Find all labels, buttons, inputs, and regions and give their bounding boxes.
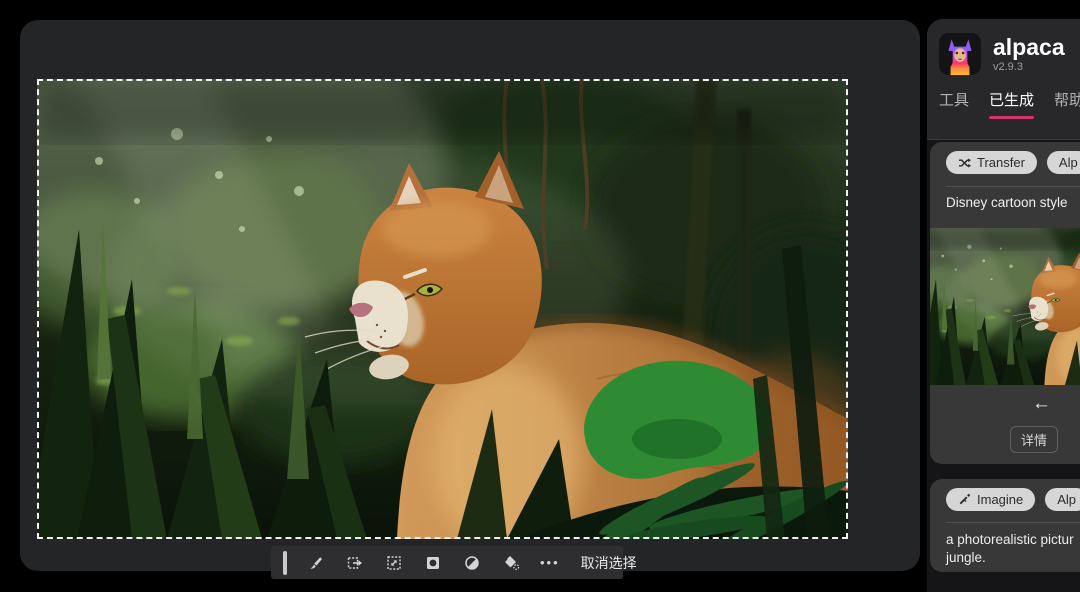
- canvas-image[interactable]: [37, 79, 848, 539]
- cartoon-cougar-thumbnail-image: [930, 228, 1080, 385]
- drag-handle[interactable]: [283, 551, 287, 575]
- generated-card-imagine: Imagine Alp a photorealistic pictur jung…: [930, 479, 1080, 572]
- brush-icon: [307, 554, 325, 572]
- prompt-line-2: jungle.: [946, 549, 1074, 567]
- jungle-cougar-image: [37, 79, 848, 539]
- contrast-icon: [463, 554, 481, 572]
- app-title: alpaca: [993, 35, 1065, 59]
- style-name: Disney cartoon style: [946, 195, 1068, 210]
- transfer-button[interactable]: Transfer: [946, 151, 1037, 174]
- shuffle-icon: [958, 157, 971, 169]
- deselect-button[interactable]: 取消选择: [581, 553, 637, 573]
- transform-icon: [385, 554, 403, 572]
- prompt-line-1: a photorealistic pictur: [946, 531, 1074, 549]
- card-divider: [946, 186, 1080, 187]
- canvas-window: [20, 20, 920, 571]
- generated-card-transfer: Transfer Alp Disney cartoon style ← 详情: [930, 142, 1080, 464]
- tab-generated[interactable]: 已生成: [989, 89, 1034, 119]
- selection-export-button[interactable]: [345, 553, 365, 573]
- mask-button[interactable]: [423, 553, 443, 573]
- tab-tools[interactable]: 工具: [939, 89, 969, 119]
- imagine-button[interactable]: Imagine: [946, 488, 1035, 511]
- header-divider: [927, 139, 1080, 140]
- imagine-label: Imagine: [977, 492, 1023, 507]
- generated-thumbnail[interactable]: [930, 228, 1080, 385]
- back-arrow-button[interactable]: ←: [1032, 394, 1051, 413]
- model-chip[interactable]: Alp: [1047, 151, 1080, 174]
- details-button[interactable]: 详情: [1010, 426, 1058, 453]
- panel-tabs: 工具 已生成 帮助: [939, 89, 1080, 119]
- app-version: v2.9.3: [993, 61, 1065, 73]
- model-chip-label: Alp: [1059, 155, 1078, 170]
- selection-export-icon: [346, 554, 364, 572]
- wand-icon: [958, 493, 971, 506]
- model-chip-label: Alp: [1057, 492, 1076, 507]
- app-screenshot: ••• 取消选择 alpaca v2.9.3 工具 已生成 帮助: [0, 0, 1080, 592]
- tab-help[interactable]: 帮助: [1054, 89, 1080, 119]
- prompt-text: a photorealistic pictur jungle.: [946, 531, 1074, 567]
- transform-button[interactable]: [384, 553, 404, 573]
- mask-icon: [424, 554, 442, 572]
- transfer-label: Transfer: [977, 155, 1025, 170]
- alpaca-panel: alpaca v2.9.3 工具 已生成 帮助: [927, 19, 1080, 592]
- selection-toolbar: ••• 取消选择: [271, 546, 623, 579]
- paint-bucket-icon: [502, 554, 520, 572]
- card-divider: [946, 522, 1080, 523]
- panel-header: alpaca v2.9.3 工具 已生成 帮助: [927, 19, 1080, 140]
- llama-icon: [939, 33, 981, 75]
- more-button[interactable]: •••: [540, 556, 560, 569]
- model-chip[interactable]: Alp: [1045, 488, 1080, 511]
- contrast-button[interactable]: [462, 553, 482, 573]
- paint-bucket-button[interactable]: [501, 553, 521, 573]
- brush-button[interactable]: [306, 553, 326, 573]
